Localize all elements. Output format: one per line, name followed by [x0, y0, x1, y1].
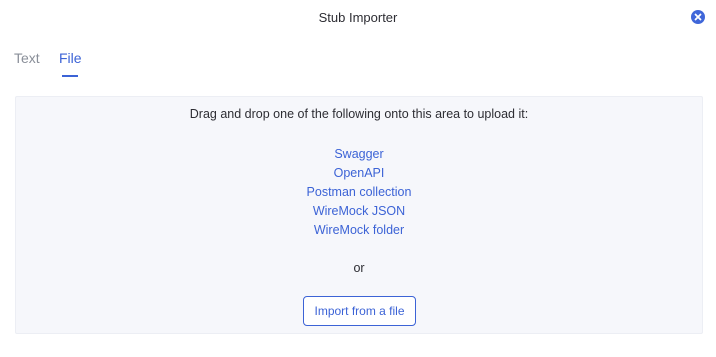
drop-instruction: Drag and drop one of the following onto …	[189, 107, 529, 121]
format-link-wiremock-folder[interactable]: WireMock folder	[16, 221, 702, 240]
file-drop-zone[interactable]: Drag and drop one of the following onto …	[15, 96, 703, 334]
format-link-swagger[interactable]: Swagger	[16, 145, 702, 164]
format-link-openapi[interactable]: OpenAPI	[16, 164, 702, 183]
tab-file[interactable]: File	[59, 50, 82, 66]
active-tab-indicator	[62, 75, 78, 77]
format-link-wiremock-json[interactable]: WireMock JSON	[16, 202, 702, 221]
close-icon	[694, 13, 702, 21]
close-button[interactable]	[691, 10, 705, 24]
dialog-title: Stub Importer	[318, 10, 398, 25]
import-from-file-button[interactable]: Import from a file	[303, 296, 416, 326]
or-separator: or	[353, 261, 365, 275]
stub-importer-dialog: Stub Importer Text File Drag and drop on…	[0, 0, 716, 357]
format-list: Swagger OpenAPI Postman collection WireM…	[16, 145, 702, 240]
format-link-postman-collection[interactable]: Postman collection	[16, 183, 702, 202]
tab-text[interactable]: Text	[14, 50, 40, 66]
dialog-header: Stub Importer	[0, 0, 716, 36]
